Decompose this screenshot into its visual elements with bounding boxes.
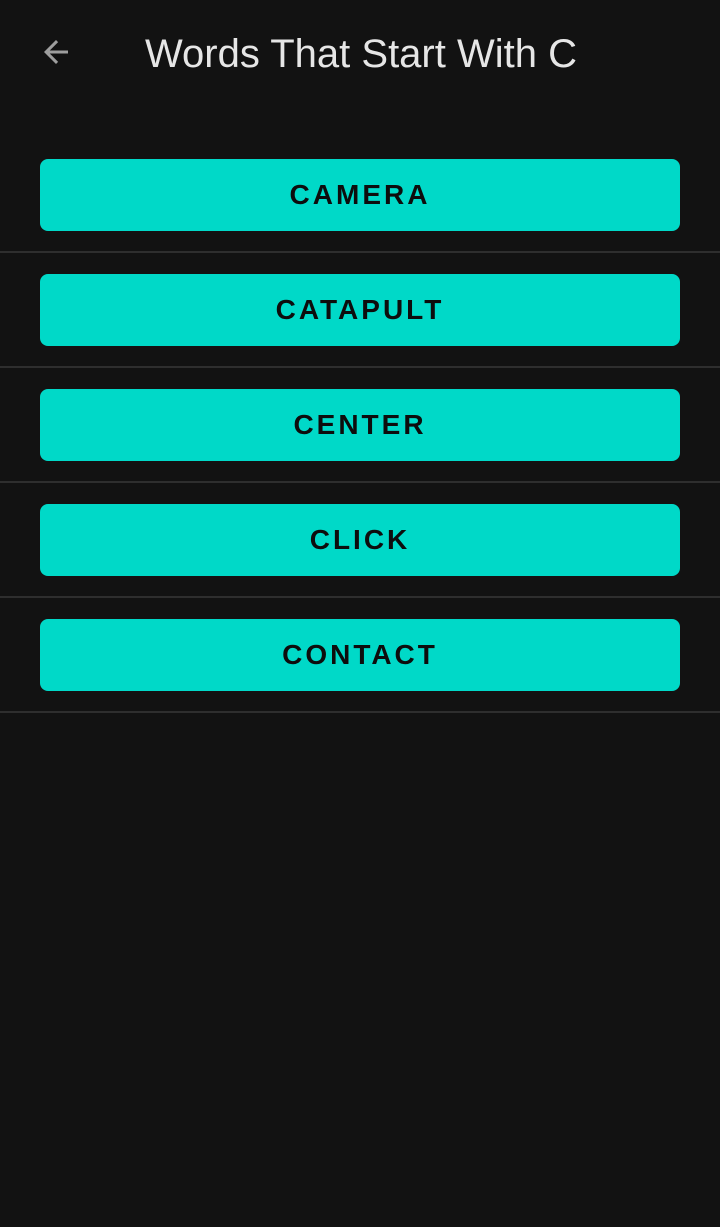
word-button-center[interactable]: CENTER <box>40 389 680 461</box>
word-button-click[interactable]: CLICK <box>40 504 680 576</box>
back-button[interactable] <box>24 22 88 82</box>
list-item: CATAPULT <box>0 253 720 368</box>
word-button-contact[interactable]: CONTACT <box>40 619 680 691</box>
word-button-camera[interactable]: CAMERA <box>40 159 680 231</box>
list-item: CENTER <box>0 368 720 483</box>
arrow-left-icon <box>44 40 68 64</box>
word-button-catapult[interactable]: CATAPULT <box>40 274 680 346</box>
list-item: CLICK <box>0 483 720 598</box>
app-bar: Words That Start With C <box>0 0 720 106</box>
page-title: Words That Start With C <box>145 32 577 76</box>
word-list: CAMERA CATAPULT CENTER CLICK CONTACT <box>0 138 720 713</box>
list-item: CONTACT <box>0 598 720 713</box>
list-item: CAMERA <box>0 138 720 253</box>
